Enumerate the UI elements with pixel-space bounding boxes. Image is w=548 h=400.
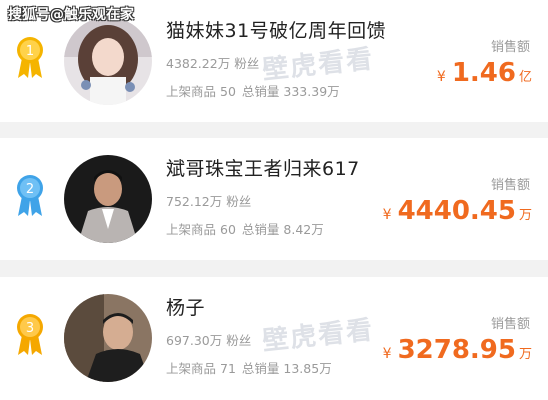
sales-label: 销售额: [490, 178, 530, 193]
ranking-card-2[interactable]: 2 斌哥珠宝王者归来617 752.12万 粉丝 上架商品 60 总销量 8.42…: [0, 138, 548, 260]
streamer-name[interactable]: 杨子: [166, 293, 205, 320]
silver-medal-icon: 2: [17, 175, 43, 216]
sales-amount: ¥4440.45 万: [382, 196, 532, 226]
streamer-name[interactable]: 斌哥珠宝王者归来617: [166, 154, 360, 181]
bronze-medal-icon: 3: [17, 314, 43, 355]
fans-count: 697.30万 粉丝: [166, 333, 252, 348]
avatar[interactable]: [64, 155, 152, 243]
sales-label: 销售额: [490, 40, 530, 55]
svg-text:1: 1: [26, 44, 34, 59]
product-stats: 上架商品 50 总销量 333.39万: [166, 84, 340, 99]
ranking-card-3[interactable]: 3 杨子 697.30万 粉丝 上架商品 71 总销量 13.85万 销售额 ¥3…: [0, 277, 548, 400]
sales-amount: ¥3278.95 万: [382, 335, 532, 365]
sales-label: 销售额: [490, 317, 530, 332]
sales-amount: ¥1.46 亿: [436, 58, 532, 88]
product-stats: 上架商品 71 总销量 13.85万: [166, 361, 332, 376]
gold-medal-icon: 1: [17, 37, 43, 78]
svg-text:2: 2: [26, 182, 34, 197]
source-watermark: 搜狐号@触乐观在家: [8, 7, 134, 23]
streamer-name[interactable]: 猫妹妹31号破亿周年回馈: [166, 16, 386, 43]
product-stats: 上架商品 60 总销量 8.42万: [166, 222, 324, 237]
svg-text:3: 3: [26, 321, 34, 336]
fans-count: 752.12万 粉丝: [166, 194, 252, 209]
fans-count: 4382.22万 粉丝: [166, 56, 260, 71]
avatar[interactable]: [64, 294, 152, 382]
avatar[interactable]: [64, 17, 152, 105]
